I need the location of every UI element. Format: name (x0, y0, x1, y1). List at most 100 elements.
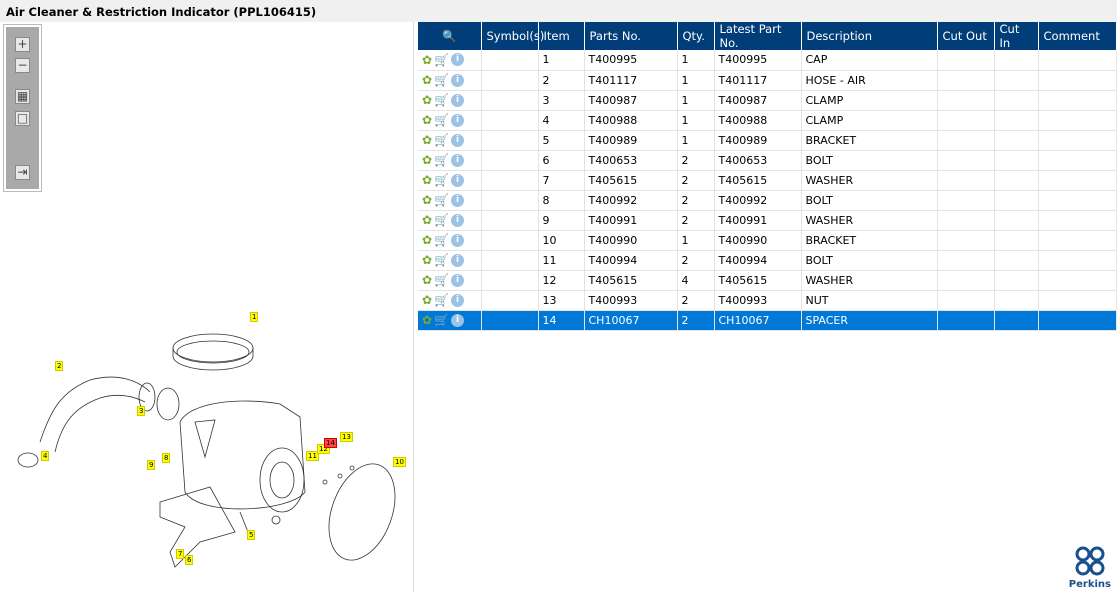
table-row[interactable]: ✿ 🛒 i 6 T400653 2 T400653 BOLT (418, 150, 1117, 171)
info-icon[interactable]: i (451, 53, 465, 67)
diagram-panel[interactable]: + − ▦ □ ⇥ 1 2 3 4 5 6 7 8 9 10 11 12 13 … (0, 22, 414, 592)
search-column-header[interactable]: 🔍 (418, 22, 482, 50)
gear-icon[interactable]: ✿ (422, 73, 432, 87)
gear-icon[interactable]: ✿ (422, 253, 432, 267)
gear-icon[interactable]: ✿ (422, 233, 432, 247)
cart-icon[interactable]: 🛒 (434, 153, 449, 167)
gear-icon[interactable]: ✿ (422, 53, 432, 67)
gear-icon[interactable]: ✿ (422, 313, 432, 327)
actual-size-button[interactable]: □ (15, 111, 30, 126)
cart-icon[interactable]: 🛒 (434, 293, 449, 307)
table-row[interactable]: ✿ 🛒 i 7 T405615 2 T405615 WASHER (418, 170, 1117, 191)
callout-4[interactable]: 4 (41, 451, 50, 461)
info-icon[interactable]: i (451, 293, 465, 307)
cut-in-cell (994, 190, 1039, 211)
cart-icon[interactable]: 🛒 (434, 253, 449, 267)
info-icon[interactable]: i (451, 113, 465, 127)
cart-icon[interactable]: 🛒 (434, 273, 449, 287)
symbols-cell (481, 50, 539, 71)
cart-icon[interactable]: 🛒 (434, 233, 449, 247)
info-icon[interactable]: i (451, 273, 465, 287)
info-icon[interactable]: i (451, 193, 465, 207)
gear-icon[interactable]: ✿ (422, 273, 432, 287)
table-row[interactable]: ✿ 🛒 i 13 T400993 2 T400993 NUT (418, 290, 1117, 311)
cart-icon[interactable]: 🛒 (434, 313, 449, 327)
cart-icon[interactable]: 🛒 (434, 133, 449, 147)
table-row[interactable]: ✿ 🛒 i 1 T400995 1 T400995 CAP (418, 50, 1117, 71)
cut-out-cell (937, 110, 995, 131)
search-icon[interactable]: 🔍 (442, 29, 456, 43)
table-row[interactable]: ✿ 🛒 i 11 T400994 2 T400994 BOLT (418, 250, 1117, 271)
diagram-toolbar: + − ▦ □ ⇥ (3, 24, 42, 192)
table-row[interactable]: ✿ 🛒 i 10 T400990 1 T400990 BRACKET (418, 230, 1117, 251)
column-header-qty[interactable]: Qty. (677, 22, 715, 50)
table-row[interactable]: ✿ 🛒 i 5 T400989 1 T400989 BRACKET (418, 130, 1117, 151)
callout-9[interactable]: 9 (147, 460, 156, 470)
column-header-description[interactable]: Description (801, 22, 938, 50)
cart-icon[interactable]: 🛒 (434, 73, 449, 87)
info-icon[interactable]: i (451, 153, 465, 167)
cut-out-cell (937, 270, 995, 291)
comment-cell (1038, 210, 1117, 231)
gear-icon[interactable]: ✿ (422, 173, 432, 187)
table-row[interactable]: ✿ 🛒 i 12 T405615 4 T405615 WASHER (418, 270, 1117, 291)
cart-icon[interactable]: 🛒 (434, 213, 449, 227)
column-header-symbols[interactable]: Symbol(s) (481, 22, 544, 50)
info-icon[interactable]: i (451, 73, 465, 87)
callout-14[interactable]: 14 (324, 438, 337, 448)
callout-6[interactable]: 6 (185, 555, 194, 565)
zoom-in-button[interactable]: + (15, 37, 30, 52)
cart-icon[interactable]: 🛒 (434, 53, 449, 67)
column-header-parts-no[interactable]: Parts No. (584, 22, 678, 50)
info-icon[interactable]: i (451, 233, 465, 247)
column-header-item[interactable]: Item (538, 22, 585, 50)
table-row[interactable]: ✿ 🛒 i 2 T401117 1 T401117 HOSE - AIR (418, 70, 1117, 91)
cart-icon[interactable]: 🛒 (434, 173, 449, 187)
fit-to-window-button[interactable]: ▦ (15, 89, 30, 104)
column-header-latest-part-no[interactable]: Latest Part No. (714, 22, 802, 50)
gear-icon[interactable]: ✿ (422, 113, 432, 127)
cart-icon[interactable]: 🛒 (434, 93, 449, 107)
callout-5[interactable]: 5 (247, 530, 256, 540)
info-icon[interactable]: i (451, 313, 465, 327)
gear-icon[interactable]: ✿ (422, 213, 432, 227)
callout-3[interactable]: 3 (137, 406, 146, 416)
latest-part-cell: T400988 (714, 110, 802, 131)
info-icon[interactable]: i (451, 253, 465, 267)
table-row[interactable]: ✿ 🛒 i 14 CH10067 2 CH10067 SPACER (418, 310, 1117, 331)
column-header-cut-out[interactable]: Cut Out (937, 22, 995, 50)
callout-10[interactable]: 10 (393, 457, 406, 467)
export-button[interactable]: ⇥ (15, 165, 30, 180)
info-icon[interactable]: i (451, 173, 465, 187)
info-icon[interactable]: i (451, 213, 465, 227)
gear-icon[interactable]: ✿ (422, 153, 432, 167)
latest-part-cell: T400990 (714, 230, 802, 251)
gear-icon[interactable]: ✿ (422, 93, 432, 107)
row-actions: ✿ 🛒 i (418, 230, 482, 251)
cart-icon[interactable]: 🛒 (434, 113, 449, 127)
comment-cell (1038, 110, 1117, 131)
column-header-cut-in[interactable]: Cut In (994, 22, 1039, 50)
part-no-cell: T400994 (584, 250, 678, 271)
callout-13[interactable]: 13 (340, 432, 353, 442)
callout-7[interactable]: 7 (176, 549, 185, 559)
table-row[interactable]: ✿ 🛒 i 8 T400992 2 T400992 BOLT (418, 190, 1117, 211)
callout-1[interactable]: 1 (250, 312, 259, 322)
gear-icon[interactable]: ✿ (422, 193, 432, 207)
info-icon[interactable]: i (451, 93, 465, 107)
zoom-out-button[interactable]: − (15, 58, 30, 73)
page-title: Air Cleaner & Restriction Indicator (PPL… (0, 0, 1117, 22)
cart-icon[interactable]: 🛒 (434, 193, 449, 207)
row-actions: ✿ 🛒 i (418, 270, 482, 291)
info-icon[interactable]: i (451, 133, 465, 147)
callout-8[interactable]: 8 (162, 453, 171, 463)
gear-icon[interactable]: ✿ (422, 133, 432, 147)
gear-icon[interactable]: ✿ (422, 293, 432, 307)
table-row[interactable]: ✿ 🛒 i 9 T400991 2 T400991 WASHER (418, 210, 1117, 231)
column-header-comment[interactable]: Comment (1038, 22, 1117, 50)
table-row[interactable]: ✿ 🛒 i 3 T400987 1 T400987 CLAMP (418, 90, 1117, 111)
row-actions: ✿ 🛒 i (418, 250, 482, 271)
callout-2[interactable]: 2 (55, 361, 64, 371)
table-row[interactable]: ✿ 🛒 i 4 T400988 1 T400988 CLAMP (418, 110, 1117, 131)
part-no-cell: T400988 (584, 110, 678, 131)
